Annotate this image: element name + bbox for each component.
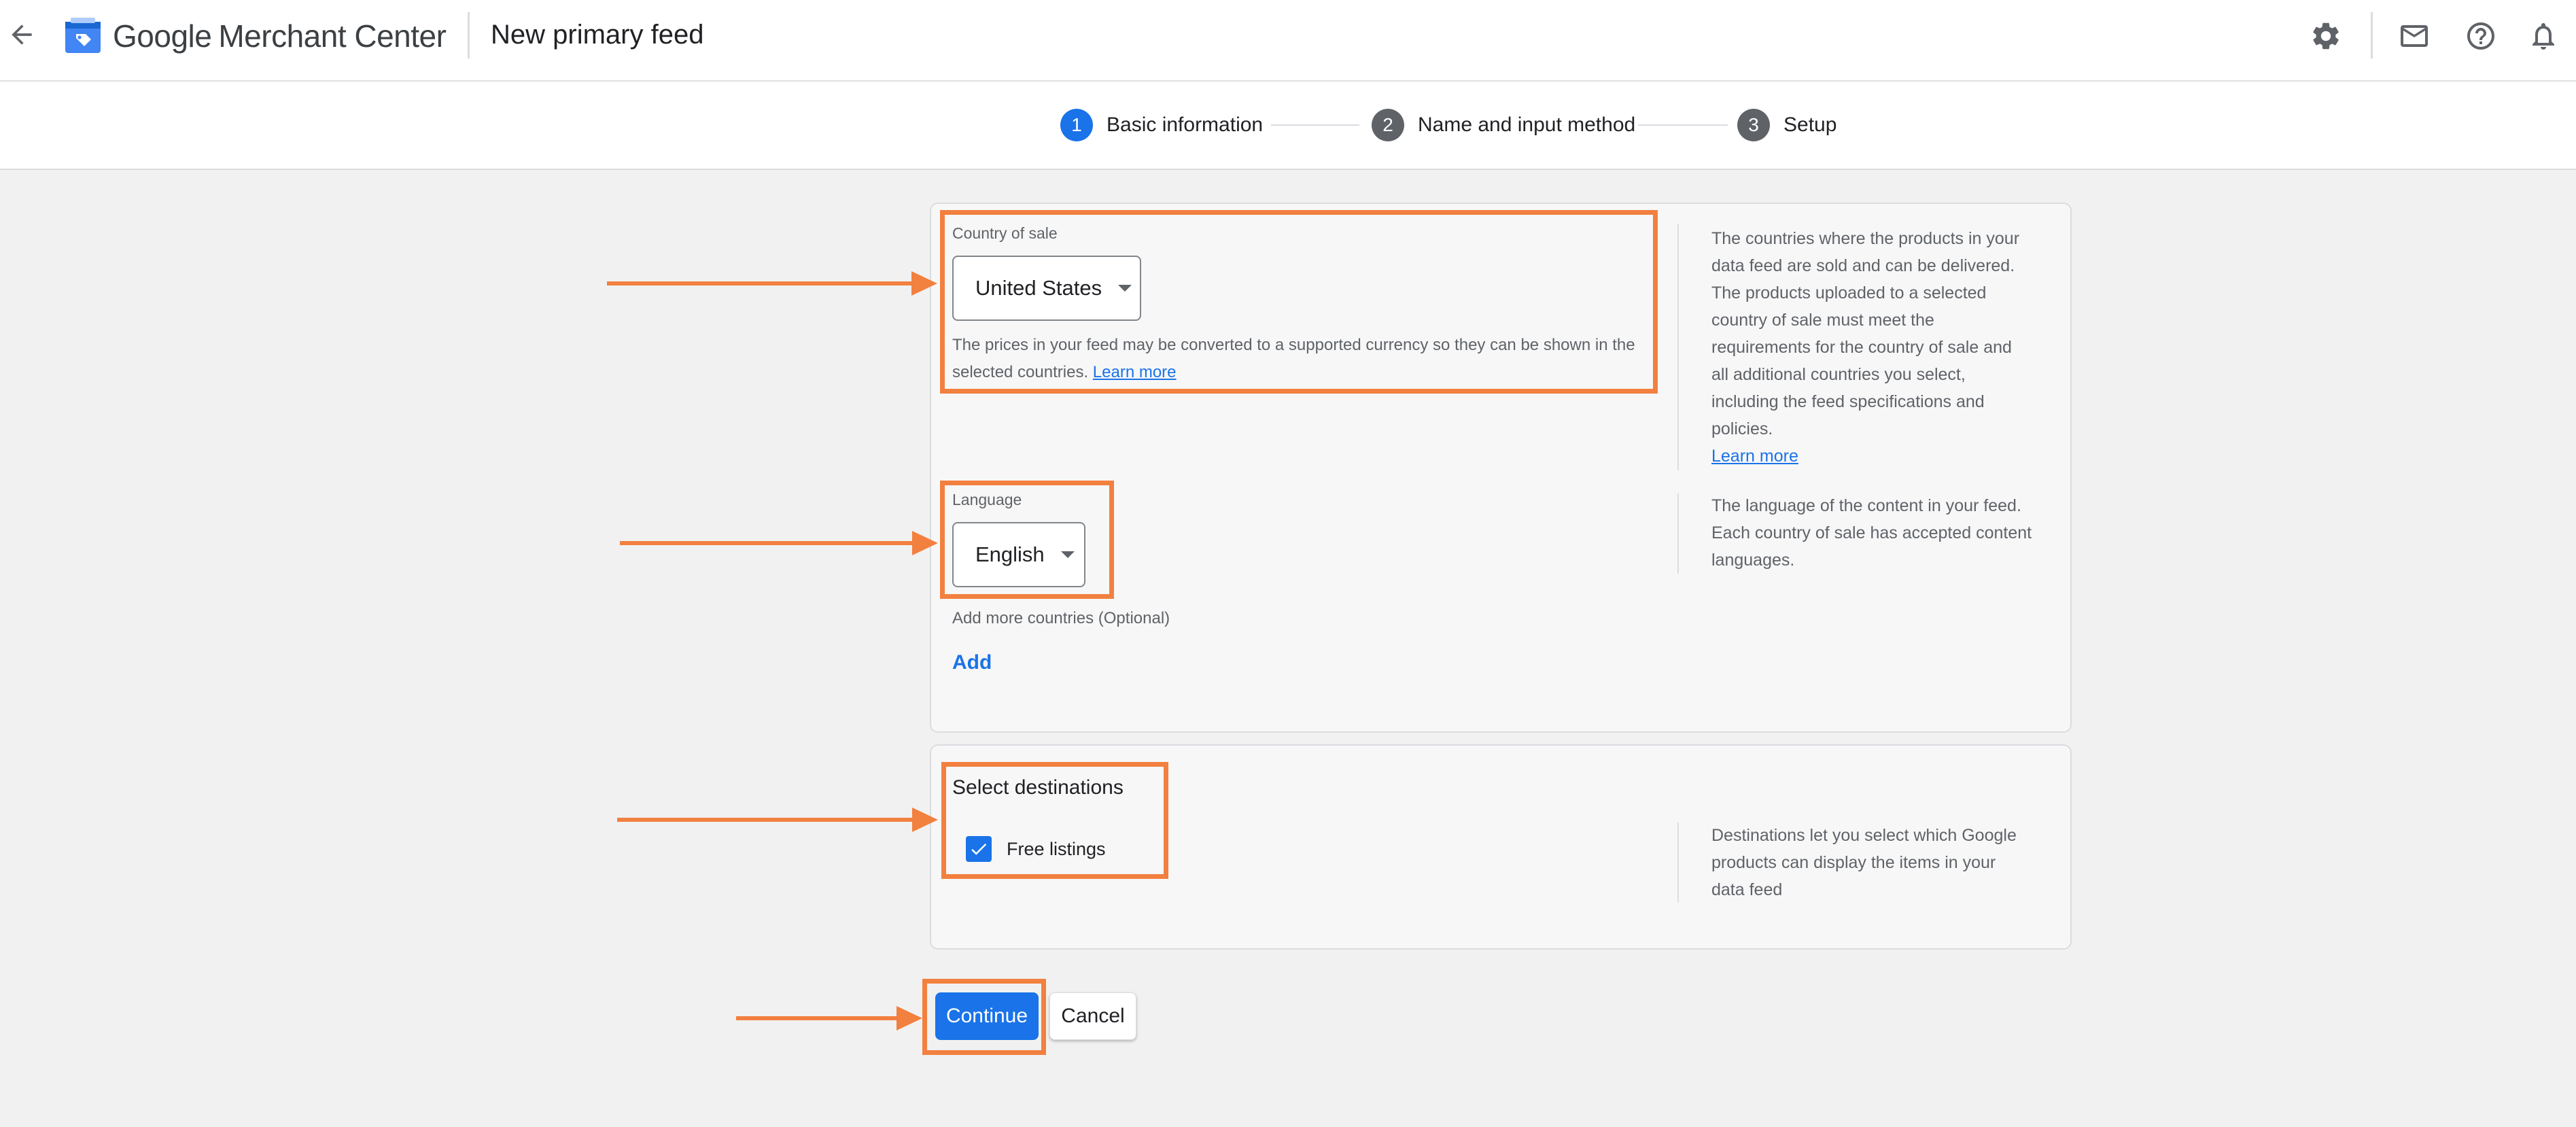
country-side-learn-more-link[interactable]: Learn more	[1711, 447, 1798, 466]
highlight-language-section	[940, 481, 1114, 599]
step-label: Setup	[1783, 114, 1837, 136]
highlight-continue-button	[922, 979, 1046, 1055]
language-side-text: The language of the content in your feed…	[1711, 496, 2032, 570]
destinations-side-text: Destinations let you select which Google…	[1711, 826, 2017, 899]
annotation-arrow-language	[620, 531, 938, 555]
progress-stepper: 1 Basic information 2 Name and input met…	[0, 82, 2576, 170]
brand-google: Google	[113, 18, 212, 54]
step-number: 2	[1372, 109, 1404, 141]
back-arrow-icon[interactable]	[7, 20, 37, 50]
step-label: Name and input method	[1418, 114, 1636, 136]
add-countries-label: Add more countries (Optional)	[952, 609, 1170, 627]
step-connector	[1271, 124, 1359, 126]
step-number: 1	[1060, 109, 1093, 141]
side-divider	[1677, 493, 1679, 574]
annotation-arrow-continue	[736, 1006, 922, 1030]
help-icon[interactable]	[2465, 20, 2497, 52]
annotation-arrow-country	[607, 271, 937, 296]
notifications-bell-icon[interactable]	[2527, 20, 2560, 52]
step-number: 3	[1737, 109, 1770, 141]
country-side-text: The countries where the products in your…	[1711, 229, 2020, 438]
annotation-arrow-destinations	[617, 808, 938, 832]
add-countries-button[interactable]: Add	[952, 651, 992, 674]
top-app-bar: Google Merchant Center New primary feed	[0, 0, 2576, 82]
header-divider	[468, 12, 470, 58]
cancel-button[interactable]: Cancel	[1049, 992, 1136, 1040]
step-name-and-input-method: 2 Name and input method	[1372, 109, 1635, 141]
side-divider	[1677, 822, 1679, 903]
mail-icon[interactable]	[2398, 20, 2431, 52]
settings-gear-icon[interactable]	[2310, 20, 2342, 52]
highlight-destinations-section	[941, 762, 1168, 879]
step-connector	[1638, 124, 1728, 126]
country-side-description: The countries where the products in your…	[1711, 225, 2031, 470]
step-setup: 3 Setup	[1737, 109, 1837, 141]
page-title: New primary feed	[491, 20, 704, 50]
merchant-center-logo-icon	[64, 16, 102, 54]
step-label: Basic information	[1107, 114, 1264, 136]
brand-product: Merchant Center	[218, 18, 447, 54]
brand-wordmark[interactable]: Google Merchant Center	[113, 18, 447, 54]
header-icon-divider	[2371, 12, 2373, 58]
step-basic-information: 1 Basic information	[1060, 109, 1263, 141]
highlight-country-section	[940, 210, 1658, 394]
side-divider	[1677, 224, 1679, 470]
